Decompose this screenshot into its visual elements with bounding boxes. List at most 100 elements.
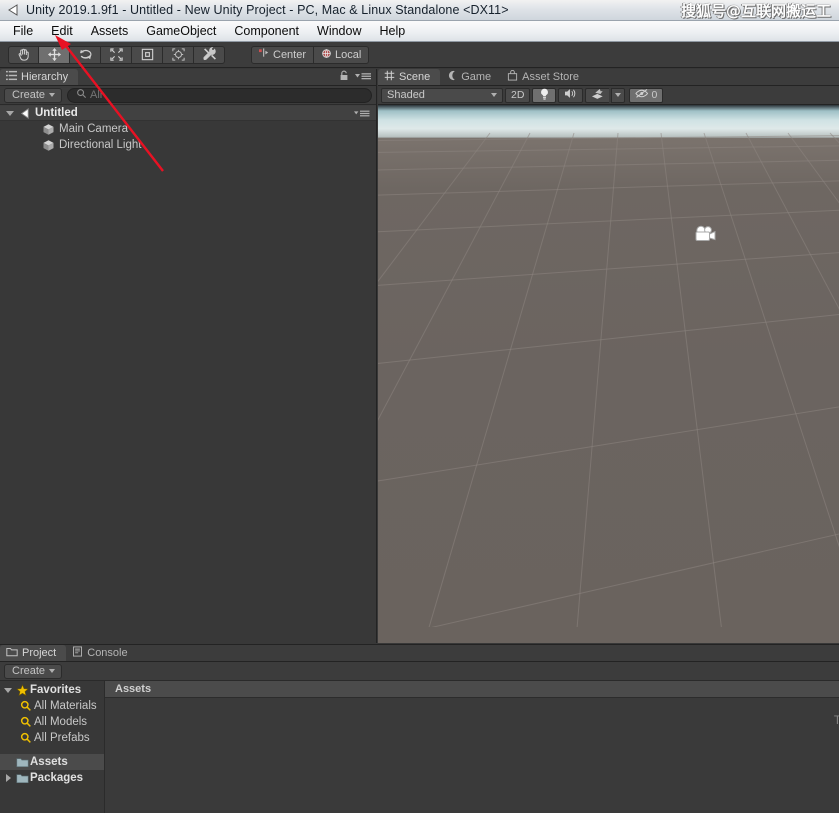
tab-hierarchy-label: Hierarchy bbox=[21, 71, 68, 83]
project-create-button[interactable]: Create bbox=[4, 664, 62, 679]
tab-project[interactable]: Project bbox=[0, 645, 66, 661]
hierarchy-scene-label: Untitled bbox=[35, 107, 78, 119]
project-favorite-all-materials[interactable]: All Materials bbox=[0, 698, 104, 714]
packages-expand-toggle[interactable] bbox=[2, 774, 14, 782]
toggle-audio-button[interactable] bbox=[558, 88, 583, 103]
move-tool-button[interactable] bbox=[39, 46, 70, 64]
folder-empty-area: This folder is bbox=[105, 698, 839, 813]
lock-icon[interactable] bbox=[339, 68, 349, 86]
window-title-bar: Unity 2019.1.9f1 - Untitled - New Unity … bbox=[0, 0, 839, 21]
scale-tool-button[interactable] bbox=[101, 46, 132, 64]
hand-tool-button[interactable] bbox=[8, 46, 39, 64]
tab-asset-store-label: Asset Store bbox=[522, 71, 579, 83]
hierarchy-scene-row[interactable]: Untitled bbox=[0, 105, 376, 121]
search-icon bbox=[76, 86, 87, 104]
rect-transform-icon bbox=[140, 47, 155, 62]
pivot-center-icon bbox=[259, 48, 270, 61]
chevron-down-icon bbox=[49, 669, 55, 673]
folder-icon bbox=[6, 647, 18, 660]
hierarchy-tree[interactable]: Untitled bbox=[0, 105, 376, 643]
transform-tool-button[interactable] bbox=[163, 46, 194, 64]
menu-edit[interactable]: Edit bbox=[42, 22, 82, 40]
project-folder-label: Assets bbox=[30, 756, 68, 768]
menu-window[interactable]: Window bbox=[308, 22, 370, 40]
favorites-expand-toggle[interactable] bbox=[2, 688, 14, 693]
menu-file[interactable]: File bbox=[4, 22, 42, 40]
scene-grid-lines bbox=[378, 105, 839, 627]
orientation-mode-button[interactable]: Local bbox=[314, 46, 369, 64]
rect-tool-button[interactable] bbox=[132, 46, 163, 64]
project-favorites-header[interactable]: Favorites bbox=[0, 682, 104, 698]
hierarchy-search-input[interactable]: All bbox=[67, 88, 372, 103]
transform-tools-group bbox=[8, 46, 225, 64]
hierarchy-create-label: Create bbox=[12, 89, 45, 101]
tab-asset-store[interactable]: Asset Store bbox=[501, 69, 589, 85]
menu-help[interactable]: Help bbox=[370, 22, 414, 40]
menu-component[interactable]: Component bbox=[225, 22, 308, 40]
menu-bar: File Edit Assets GameObject Component Wi… bbox=[0, 21, 839, 42]
menu-gameobject[interactable]: GameObject bbox=[137, 22, 225, 40]
pivot-mode-label: Center bbox=[273, 49, 306, 61]
pivot-mode-button[interactable]: Center bbox=[251, 46, 314, 64]
chevron-down-icon bbox=[49, 93, 55, 97]
draw-mode-dropdown[interactable]: Shaded bbox=[381, 88, 503, 103]
tab-console[interactable]: Console bbox=[66, 645, 137, 661]
scene-viewport[interactable] bbox=[378, 105, 839, 643]
tab-hierarchy[interactable]: Hierarchy bbox=[0, 69, 78, 85]
gizmos-eye-icon bbox=[635, 88, 649, 102]
hierarchy-item-directional-light[interactable]: Directional Light bbox=[0, 137, 376, 153]
project-favorite-label: All Materials bbox=[34, 700, 97, 712]
editor-toolbar: Center Local bbox=[0, 42, 839, 68]
search-saved-icon bbox=[18, 716, 34, 728]
search-saved-icon bbox=[18, 700, 34, 712]
tab-scene[interactable]: Scene bbox=[378, 69, 440, 85]
gameobject-cube-icon bbox=[40, 138, 56, 152]
draw-mode-label: Shaded bbox=[387, 89, 425, 101]
hierarchy-create-button[interactable]: Create bbox=[4, 88, 62, 103]
project-folder-assets[interactable]: Assets bbox=[0, 754, 104, 770]
effects-icon bbox=[591, 88, 604, 103]
gizmos-count-label: 0 bbox=[651, 89, 657, 101]
wrench-icon bbox=[202, 47, 217, 62]
folder-icon bbox=[14, 757, 30, 768]
project-body: Favorites All Materials bbox=[0, 681, 839, 813]
hierarchy-tab-bar: Hierarchy bbox=[0, 69, 376, 86]
rotate-icon bbox=[78, 47, 93, 62]
project-tree[interactable]: Favorites All Materials bbox=[0, 681, 105, 813]
globe-local-icon bbox=[321, 48, 332, 62]
hand-icon bbox=[16, 47, 31, 62]
scene-expand-toggle[interactable] bbox=[4, 111, 16, 116]
toggle-fx-button[interactable] bbox=[585, 88, 609, 103]
move-rotate-scale-icon bbox=[171, 47, 186, 62]
project-folder-label: Packages bbox=[30, 772, 83, 784]
chevron-down-icon bbox=[491, 93, 497, 97]
hierarchy-item-main-camera[interactable]: Main Camera bbox=[0, 121, 376, 137]
hierarchy-tab-actions bbox=[339, 69, 376, 85]
toggle-lighting-button[interactable] bbox=[532, 88, 556, 103]
scene-tab-bar: Scene Game Asset Store bbox=[378, 69, 839, 86]
menu-assets[interactable]: Assets bbox=[82, 22, 138, 40]
tab-game-label: Game bbox=[461, 71, 491, 83]
custom-tool-button[interactable] bbox=[194, 46, 225, 64]
scene-context-menu-icon[interactable] bbox=[354, 109, 370, 118]
scale-icon bbox=[109, 47, 124, 62]
console-icon bbox=[72, 646, 83, 660]
toggle-gizmos-button[interactable]: 0 bbox=[629, 88, 663, 103]
project-content-pane[interactable]: Assets This folder is bbox=[105, 681, 839, 813]
project-tab-bar: Project Console bbox=[0, 645, 839, 662]
hierarchy-search-placeholder: All bbox=[90, 89, 102, 101]
star-icon bbox=[14, 684, 30, 697]
project-favorite-all-prefabs[interactable]: All Prefabs bbox=[0, 730, 104, 746]
toggle-2d-button[interactable]: 2D bbox=[505, 88, 530, 103]
project-panel: Project Console Create bbox=[0, 644, 839, 813]
camera-gizmo-icon[interactable] bbox=[691, 223, 719, 247]
fx-dropdown-button[interactable] bbox=[611, 88, 625, 103]
tab-game[interactable]: Game bbox=[440, 69, 501, 85]
scene-view-toolbar: Shaded 2D bbox=[378, 86, 839, 105]
breadcrumb[interactable]: Assets bbox=[105, 681, 839, 698]
rotate-tool-button[interactable] bbox=[70, 46, 101, 64]
chevron-down-icon bbox=[615, 93, 621, 97]
project-favorite-all-models[interactable]: All Models bbox=[0, 714, 104, 730]
hamburger-menu-icon[interactable] bbox=[355, 68, 371, 86]
project-folder-packages[interactable]: Packages bbox=[0, 770, 104, 786]
